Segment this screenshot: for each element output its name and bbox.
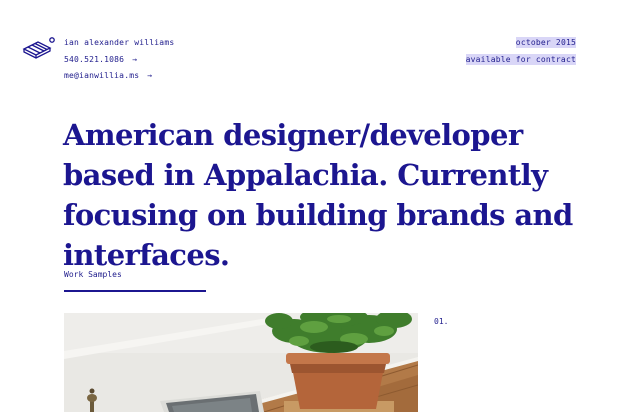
sample-number: 01. (434, 317, 449, 326)
arrow-right-icon: → (147, 71, 153, 80)
contact-info: ian alexander williams 540.521.1086 → me@… (64, 35, 174, 85)
phone-number[interactable]: 540.521.1086 (64, 55, 124, 64)
date-badge: october 2015 (515, 37, 576, 48)
section-divider (64, 290, 206, 292)
plant-desk-photo (64, 313, 418, 412)
work-sample-image[interactable] (64, 313, 418, 412)
section-title-work-samples: Work Samples (64, 270, 122, 279)
contact-name: ian alexander williams (64, 38, 175, 47)
email-link[interactable]: me@ianwillia.ms → (64, 68, 174, 85)
availability-info: october 2015 available for contract (465, 35, 576, 68)
logo-icon[interactable] (22, 36, 56, 62)
hero-headline: American designer/developer based in App… (63, 118, 573, 272)
arrow-right-icon: → (132, 54, 138, 64)
phone-link[interactable]: 540.521.1086 → (64, 52, 174, 69)
email-address[interactable]: me@ianwillia.ms (64, 71, 139, 80)
status-badge: available for contract (465, 53, 576, 65)
